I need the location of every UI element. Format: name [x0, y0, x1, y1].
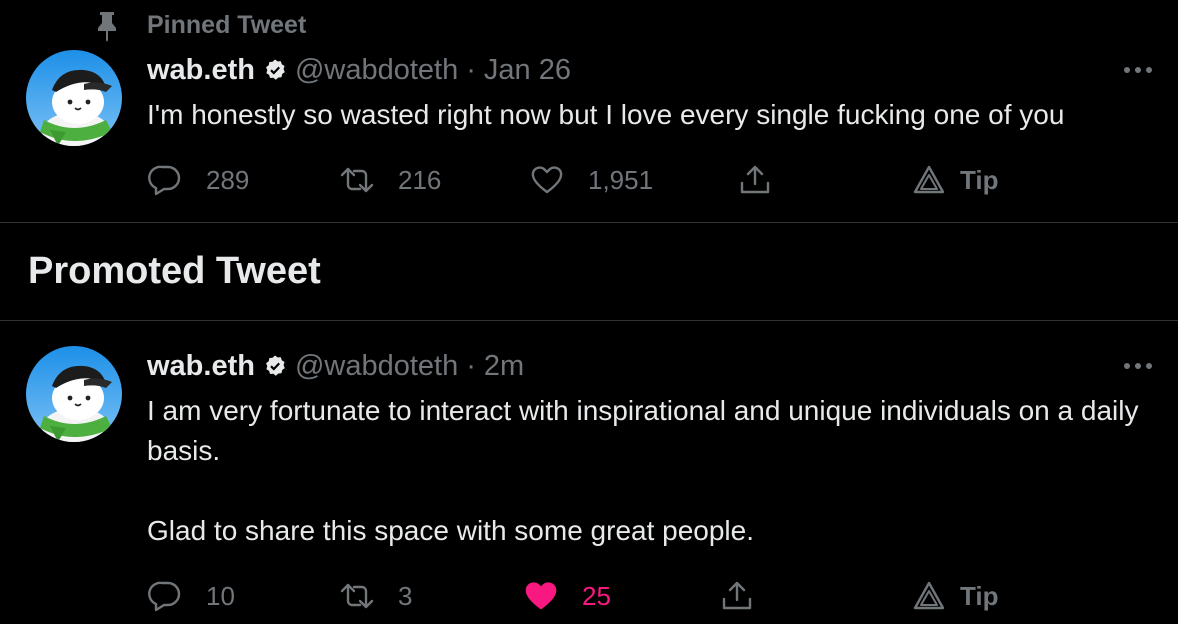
- more-horizontal-icon[interactable]: [1122, 361, 1154, 371]
- avatar[interactable]: [26, 346, 122, 442]
- handle[interactable]: @wabdoteth: [295, 350, 458, 383]
- tweet-text: I am very fortunate to interact with ins…: [147, 395, 1139, 546]
- like-button[interactable]: 25: [524, 574, 611, 618]
- reply-icon: [148, 581, 181, 612]
- share-button[interactable]: [720, 574, 754, 618]
- tip-label: Tip: [960, 580, 999, 611]
- reply-button[interactable]: 10: [148, 574, 235, 618]
- tip-button[interactable]: Tip: [912, 574, 999, 618]
- retweet-button[interactable]: 3: [340, 574, 412, 618]
- verified-badge-icon: [266, 355, 285, 376]
- timeline: Pinned Tweet wab.eth @wabdoteth · Jan 26…: [0, 0, 1178, 624]
- heart-icon: [525, 582, 557, 610]
- tip-icon: [913, 581, 945, 610]
- timestamp[interactable]: 2m: [484, 350, 524, 383]
- separator-dot: ·: [466, 349, 476, 382]
- tweet-promoted[interactable]: wab.eth @wabdoteth · 2m I am very fortun…: [0, 0, 1178, 624]
- retweet-icon: [340, 583, 374, 609]
- share-icon: [722, 581, 752, 610]
- like-count: 25: [582, 580, 611, 611]
- tweet-header: wab.eth @wabdoteth · 2m: [147, 348, 524, 384]
- retweet-count: 3: [398, 580, 413, 611]
- reply-count: 10: [206, 580, 235, 611]
- display-name[interactable]: wab.eth: [147, 350, 255, 383]
- tweet-actions: 10 3 25 Tip: [0, 574, 1178, 618]
